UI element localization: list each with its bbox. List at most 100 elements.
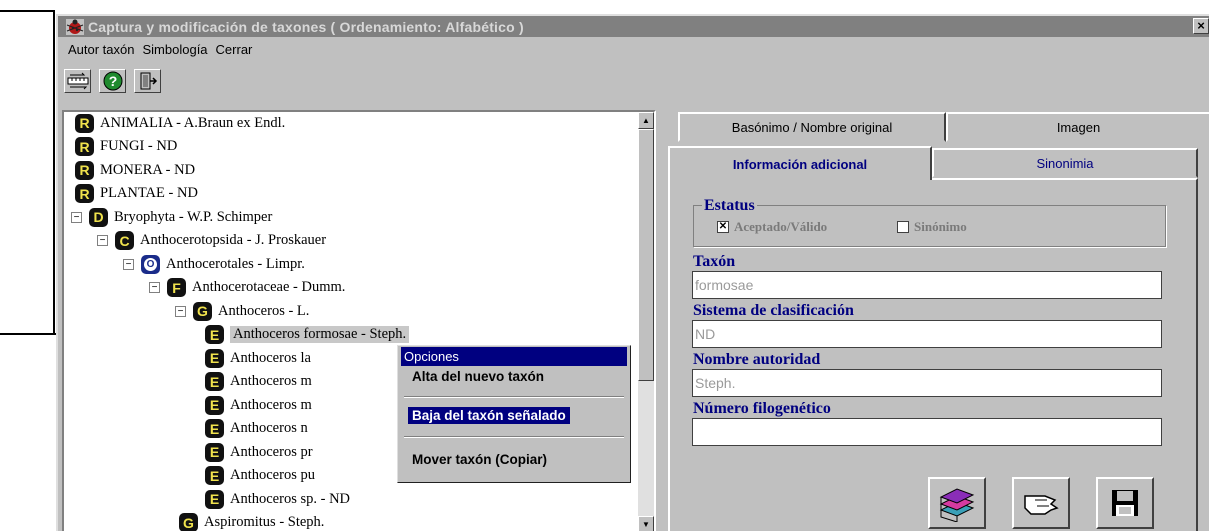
- selected-node-label: Anthoceros formosae - Steph.: [230, 326, 410, 343]
- tree-node-label: Anthocerotales - Limpr.: [166, 255, 305, 272]
- scroll-up-arrow[interactable]: ▲: [638, 112, 654, 129]
- exit-button[interactable]: [134, 69, 161, 93]
- tree-node[interactable]: − O Anthocerotales - Limpr.: [123, 253, 305, 275]
- rank-badge-icon: R: [75, 113, 94, 133]
- tree-node-label: Anthoceros pu: [230, 467, 315, 483]
- books-button[interactable]: [928, 477, 986, 529]
- toolbar: ?: [64, 69, 161, 93]
- tree-node[interactable]: R ANIMALIA - A.Braun ex Endl.: [75, 112, 285, 134]
- tree-node-label: ANIMALIA - A.Braun ex Endl.: [100, 114, 286, 131]
- menu-alta-nuevo-taxon[interactable]: Alta del nuevo taxón: [412, 369, 544, 384]
- rank-badge-icon: E: [205, 395, 224, 415]
- tab-basonimo[interactable]: Basónimo / Nombre original: [678, 112, 946, 142]
- tree-node[interactable]: E Anthoceros pu: [205, 465, 315, 487]
- taxon-editor-window: Captura y modificación de taxones ( Orde…: [56, 14, 1209, 531]
- tree-node[interactable]: E Anthoceros formosae - Steph.: [205, 324, 410, 346]
- menu-cerrar[interactable]: Cerrar: [216, 42, 253, 60]
- scroll-down-arrow[interactable]: ▼: [638, 516, 654, 531]
- help-button[interactable]: ?: [99, 69, 126, 93]
- tree-node[interactable]: E Anthoceros m: [205, 371, 312, 393]
- edit-pointer-button[interactable]: [1012, 477, 1070, 529]
- ruler-exchange-button[interactable]: [64, 69, 91, 93]
- menu-mover-taxon[interactable]: Mover taxón (Copiar): [412, 452, 547, 467]
- synonym-label: Sinónimo: [914, 219, 967, 234]
- synonym-check-box[interactable]: [897, 221, 909, 233]
- hand-pointer-icon: [1024, 495, 1059, 515]
- rank-badge-letter: O: [144, 257, 157, 271]
- menu-separator: [404, 436, 624, 438]
- status-group: Estatus ✕ Aceptado/Válido Sinónimo: [693, 197, 1166, 247]
- tree-node[interactable]: G Aspiromitus - Steph.: [179, 512, 324, 531]
- title-bar[interactable]: Captura y modificación de taxones ( Orde…: [58, 16, 1209, 37]
- detail-tabs: Basónimo / Nombre original Imagen Inform…: [668, 110, 1209, 531]
- tree-node[interactable]: E Anthoceros pr: [205, 441, 313, 463]
- rank-badge-icon: C: [115, 231, 134, 250]
- phylo-field[interactable]: [692, 418, 1162, 446]
- tree-node[interactable]: − C Anthocerotopsida - J. Proskauer: [97, 230, 326, 252]
- rank-badge-icon: G: [193, 301, 212, 321]
- rank-badge-icon: R: [75, 160, 94, 180]
- collapse-toggle[interactable]: −: [175, 305, 186, 317]
- window-title: Captura y modificación de taxones ( Orde…: [88, 18, 524, 35]
- tree-node-label: MONERA - ND: [100, 161, 196, 178]
- scroll-thumb[interactable]: [638, 129, 654, 381]
- rank-badge-icon: G: [179, 513, 198, 531]
- collapse-toggle[interactable]: −: [71, 211, 82, 223]
- taxon-label: Taxón: [693, 253, 736, 270]
- collapse-toggle[interactable]: −: [97, 235, 108, 246]
- rank-badge-icon: E: [205, 489, 224, 509]
- context-menu-title: Opciones: [401, 347, 627, 366]
- rank-badge-icon: E: [205, 348, 224, 368]
- taxon-field[interactable]: formosae: [692, 271, 1162, 299]
- tree-node[interactable]: E Anthoceros m: [205, 394, 312, 416]
- rank-badge-icon: O: [141, 254, 160, 274]
- rank-badge-icon: R: [75, 184, 94, 203]
- tree-node[interactable]: R FUNGI - ND: [75, 136, 177, 158]
- bug-app-icon[interactable]: [66, 18, 84, 35]
- authority-field[interactable]: Steph.: [692, 369, 1162, 397]
- tab-imagen[interactable]: Imagen: [946, 112, 1209, 142]
- tree-node[interactable]: E Anthoceros n: [205, 418, 308, 440]
- accepted-label: Aceptado/Válido: [734, 219, 828, 234]
- tree-node-label: PLANTAE - ND: [100, 185, 198, 201]
- help-icon: ?: [103, 71, 122, 91]
- tree-node[interactable]: R PLANTAE - ND: [75, 183, 198, 205]
- rank-badge-icon: D: [89, 207, 108, 227]
- tree-node-label: FUNGI - ND: [100, 138, 178, 154]
- menu-autor-taxon[interactable]: Autor taxón: [68, 42, 135, 60]
- tree-node[interactable]: R MONERA - ND: [75, 159, 195, 181]
- tree-node[interactable]: − F Anthocerotaceae - Dumm.: [149, 277, 345, 299]
- rank-badge-icon: E: [205, 442, 224, 462]
- accepted-checkbox[interactable]: ✕ Aceptado/Válido: [717, 219, 827, 235]
- tree-node-label: Aspiromitus - Steph.: [204, 514, 325, 530]
- tree-node[interactable]: − G Anthoceros - L.: [175, 300, 309, 322]
- annotation-bracket-line: [0, 10, 55, 335]
- tree-node-label: Anthoceros sp. - ND: [230, 490, 351, 507]
- rank-badge-icon: E: [205, 372, 224, 391]
- collapse-toggle[interactable]: −: [149, 282, 160, 293]
- status-group-title: Estatus: [702, 197, 757, 215]
- tree-scrollbar[interactable]: ▲ ▼: [638, 112, 654, 531]
- system-field[interactable]: ND: [692, 320, 1162, 348]
- collapse-toggle[interactable]: −: [123, 258, 134, 270]
- accepted-check-box[interactable]: ✕: [717, 221, 729, 233]
- synonym-checkbox[interactable]: Sinónimo: [897, 219, 967, 235]
- close-button[interactable]: ×: [1193, 18, 1209, 34]
- exit-door-icon: [140, 72, 157, 90]
- tree-node[interactable]: E Anthoceros sp. - ND: [205, 488, 350, 510]
- tree-node-label: Anthoceros m: [230, 396, 312, 413]
- tree-node[interactable]: E Anthoceros la: [205, 347, 311, 369]
- tab-informacion-adicional[interactable]: Información adicional: [668, 146, 932, 180]
- phylo-label: Número filogenético: [693, 400, 831, 417]
- tab-sinonimia[interactable]: Sinonimia: [932, 148, 1198, 178]
- save-button[interactable]: [1096, 477, 1154, 529]
- authority-label: Nombre autoridad: [693, 351, 821, 368]
- menu-simbologia[interactable]: Simbología: [143, 42, 208, 60]
- rank-badge-icon: F: [167, 278, 186, 297]
- tree-node-label: Anthoceros - L.: [218, 302, 310, 319]
- tree-node-label: Anthoceros n: [230, 420, 308, 436]
- tree-node[interactable]: − D Bryophyta - W.P. Schimper: [71, 206, 272, 228]
- rank-badge-icon: E: [205, 325, 224, 344]
- menu-baja-taxon[interactable]: Baja del taxón señalado: [408, 407, 570, 424]
- floppy-disk-icon: [1112, 490, 1138, 516]
